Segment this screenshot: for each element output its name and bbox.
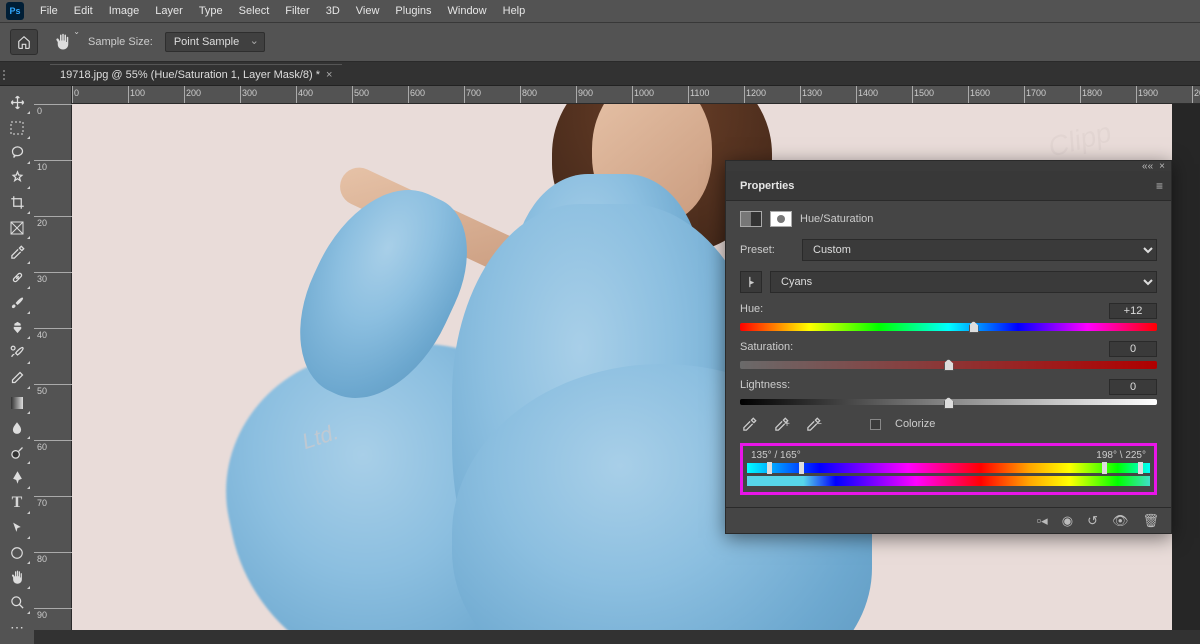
panel-menu-icon[interactable]: ≡ bbox=[1156, 179, 1163, 193]
app-logo: Ps bbox=[6, 2, 24, 20]
hand-icon bbox=[54, 33, 72, 51]
tool-shape[interactable] bbox=[3, 540, 31, 565]
document-tab[interactable]: 19718.jpg @ 55% (Hue/Saturation 1, Layer… bbox=[50, 64, 342, 85]
sample-size-select[interactable]: Point Sample bbox=[165, 32, 265, 52]
eyedropper-set[interactable] bbox=[740, 415, 758, 433]
eyedropper-add[interactable]: + bbox=[772, 415, 790, 433]
channel-select[interactable]: Cyans bbox=[770, 271, 1157, 293]
hue-value[interactable]: +12 bbox=[1109, 303, 1157, 319]
panel-titlebar[interactable]: «« × bbox=[726, 161, 1171, 171]
tool-history-brush[interactable] bbox=[3, 340, 31, 365]
menu-window[interactable]: Window bbox=[440, 0, 495, 22]
saturation-value[interactable]: 0 bbox=[1109, 341, 1157, 357]
home-button[interactable] bbox=[10, 29, 38, 55]
tool-gradient[interactable] bbox=[3, 390, 31, 415]
tool-quick-select[interactable] bbox=[3, 165, 31, 190]
tool-lasso[interactable] bbox=[3, 140, 31, 165]
tool-healing[interactable] bbox=[3, 265, 31, 290]
tool-path-select[interactable] bbox=[3, 515, 31, 540]
menu-layer[interactable]: Layer bbox=[147, 0, 191, 22]
eyedropper-row: + − Colorize bbox=[740, 415, 1157, 433]
menu-file[interactable]: File bbox=[32, 0, 66, 22]
menu-select[interactable]: Select bbox=[231, 0, 278, 22]
menu-image[interactable]: Image bbox=[101, 0, 148, 22]
menu-filter[interactable]: Filter bbox=[277, 0, 317, 22]
ruler-horizontal[interactable]: 0100200300400500600700800900100011001200… bbox=[72, 86, 1200, 104]
document-tab-bar: 19718.jpg @ 55% (Hue/Saturation 1, Layer… bbox=[0, 62, 1200, 86]
targeted-adjust-button[interactable] bbox=[740, 271, 762, 293]
watermark: Clipp bbox=[1045, 116, 1115, 163]
menu-help[interactable]: Help bbox=[495, 0, 534, 22]
tool-eraser[interactable] bbox=[3, 365, 31, 390]
tool-eyedropper[interactable] bbox=[3, 240, 31, 265]
colorize-label: Colorize bbox=[895, 418, 935, 430]
tab-properties[interactable]: Properties bbox=[734, 174, 800, 198]
tool-move[interactable] bbox=[3, 90, 31, 115]
menu-plugins[interactable]: Plugins bbox=[387, 0, 439, 22]
lightness-value[interactable]: 0 bbox=[1109, 379, 1157, 395]
tools-panel: T ⋯ bbox=[0, 86, 34, 644]
tool-pen[interactable] bbox=[3, 465, 31, 490]
view-previous-icon[interactable]: ◉ bbox=[1062, 513, 1073, 529]
tool-marquee[interactable] bbox=[3, 115, 31, 140]
menu-view[interactable]: View bbox=[348, 0, 388, 22]
visibility-icon[interactable]: 👁 bbox=[1112, 513, 1129, 529]
tool-brush[interactable] bbox=[3, 290, 31, 315]
adjustment-icon bbox=[740, 211, 762, 227]
adjustment-name: Hue/Saturation bbox=[800, 213, 873, 225]
tool-frame[interactable] bbox=[3, 215, 31, 240]
tool-type[interactable]: T bbox=[3, 490, 31, 515]
lightness-slider-row: Lightness: 0 bbox=[740, 379, 1157, 405]
eyedropper-subtract[interactable]: − bbox=[804, 415, 822, 433]
reset-icon[interactable]: ↺ bbox=[1087, 513, 1098, 529]
close-icon[interactable]: × bbox=[1159, 161, 1165, 172]
hue-label: Hue: bbox=[740, 303, 763, 319]
tool-hand[interactable] bbox=[3, 565, 31, 590]
lightness-slider[interactable] bbox=[740, 399, 1157, 405]
menu-edit[interactable]: Edit bbox=[66, 0, 101, 22]
menu-3d[interactable]: 3D bbox=[318, 0, 348, 22]
home-icon bbox=[17, 35, 31, 49]
close-tab-icon[interactable]: × bbox=[326, 69, 332, 81]
colorize-checkbox[interactable] bbox=[870, 419, 881, 430]
collapse-icon[interactable]: «« bbox=[1142, 161, 1153, 172]
channel-row: Cyans bbox=[740, 271, 1157, 293]
options-bar: ⌄ Sample Size: Point Sample bbox=[0, 22, 1200, 62]
panel-tab-bar: Properties ≡ bbox=[726, 171, 1171, 201]
hue-slider[interactable] bbox=[740, 323, 1157, 331]
panel-footer: ▫◂ ◉ ↺ 👁 🗑 bbox=[726, 507, 1171, 533]
layer-mask-icon[interactable] bbox=[770, 211, 792, 227]
spectrum-top[interactable] bbox=[747, 463, 1150, 473]
panel-grip-icon[interactable] bbox=[0, 64, 12, 86]
tool-blur[interactable] bbox=[3, 415, 31, 440]
tool-zoom[interactable] bbox=[3, 590, 31, 615]
tool-more[interactable]: ⋯ bbox=[3, 615, 31, 640]
range-right: 198° \ 225° bbox=[1096, 450, 1146, 461]
menu-bar: Ps File Edit Image Layer Type Select Fil… bbox=[0, 0, 1200, 22]
range-left: 135° / 165° bbox=[751, 450, 801, 461]
ruler-vertical[interactable]: 0102030405060708090 bbox=[34, 86, 72, 630]
tool-dodge[interactable] bbox=[3, 440, 31, 465]
properties-panel: «« × Properties ≡ Hue/Saturation Preset:… bbox=[725, 160, 1172, 534]
lightness-label: Lightness: bbox=[740, 379, 790, 395]
saturation-label: Saturation: bbox=[740, 341, 793, 357]
saturation-slider-row: Saturation: 0 bbox=[740, 341, 1157, 369]
color-range-block: 135° / 165° 198° \ 225° bbox=[740, 443, 1157, 495]
preset-row: Preset: Custom bbox=[740, 239, 1157, 261]
clip-to-layer-icon[interactable]: ▫◂ bbox=[1037, 513, 1048, 529]
tool-clone[interactable] bbox=[3, 315, 31, 340]
current-tool-icon[interactable]: ⌄ bbox=[50, 29, 76, 55]
delete-icon[interactable]: 🗑 bbox=[1142, 513, 1159, 529]
menu-type[interactable]: Type bbox=[191, 0, 231, 22]
document-tab-title: 19718.jpg @ 55% (Hue/Saturation 1, Layer… bbox=[60, 69, 320, 81]
tool-crop[interactable] bbox=[3, 190, 31, 215]
preset-label: Preset: bbox=[740, 244, 794, 256]
spectrum-bottom[interactable] bbox=[747, 476, 1150, 486]
hue-slider-row: Hue: +12 bbox=[740, 303, 1157, 331]
adjustment-title-row: Hue/Saturation bbox=[740, 211, 1157, 227]
saturation-slider[interactable] bbox=[740, 361, 1157, 369]
hand-point-icon bbox=[744, 275, 758, 289]
preset-select[interactable]: Custom bbox=[802, 239, 1157, 261]
sample-size-label: Sample Size: bbox=[88, 36, 153, 48]
